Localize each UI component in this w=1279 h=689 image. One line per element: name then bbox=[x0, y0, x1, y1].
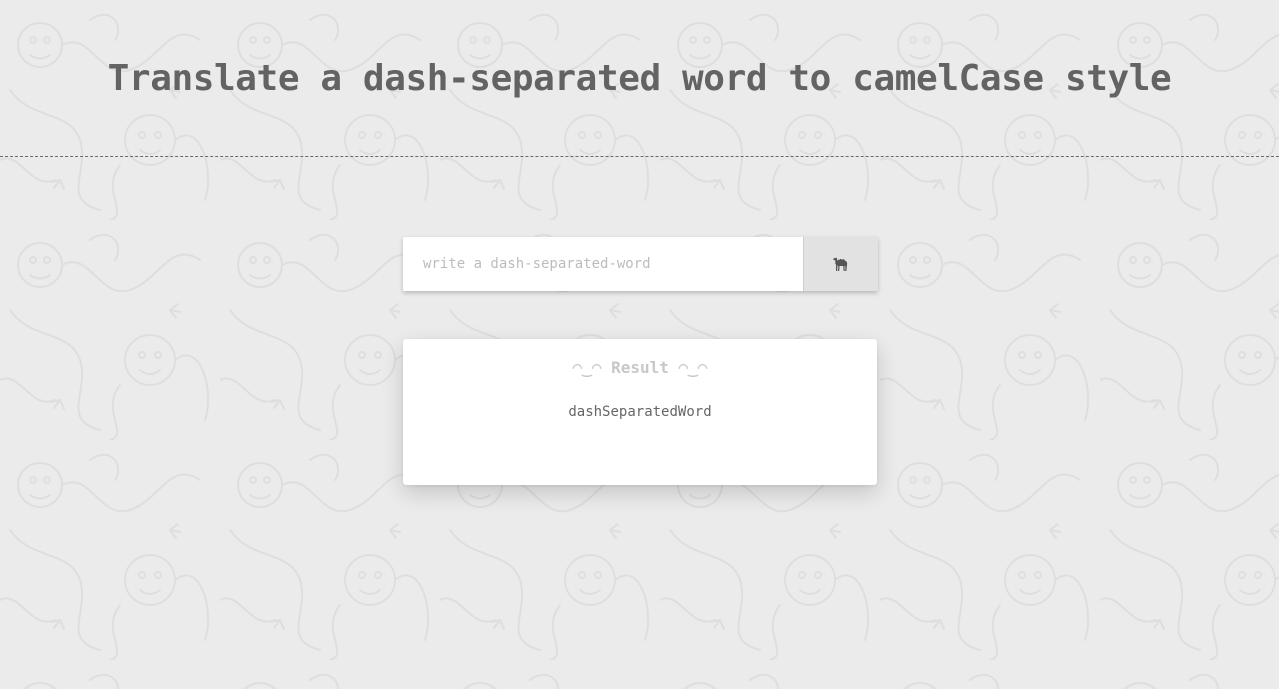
page-title: Translate a dash-separated word to camel… bbox=[107, 58, 1172, 99]
translate-form bbox=[403, 237, 878, 291]
result-value: dashSeparatedWord bbox=[568, 404, 712, 420]
result-face-right: ◠‿◠ bbox=[678, 358, 708, 377]
result-heading: ◠‿◠ Result ◠‿◠ bbox=[403, 357, 877, 379]
result-face-left: ◠‿◠ bbox=[572, 358, 602, 377]
dash-word-input[interactable] bbox=[403, 237, 803, 291]
result-label: Result bbox=[611, 358, 669, 377]
translate-button[interactable] bbox=[803, 237, 878, 291]
header: Translate a dash-separated word to camel… bbox=[0, 0, 1279, 157]
camel-icon bbox=[833, 257, 848, 271]
result-card: ◠‿◠ Result ◠‿◠ dashSeparatedWord bbox=[403, 339, 877, 485]
